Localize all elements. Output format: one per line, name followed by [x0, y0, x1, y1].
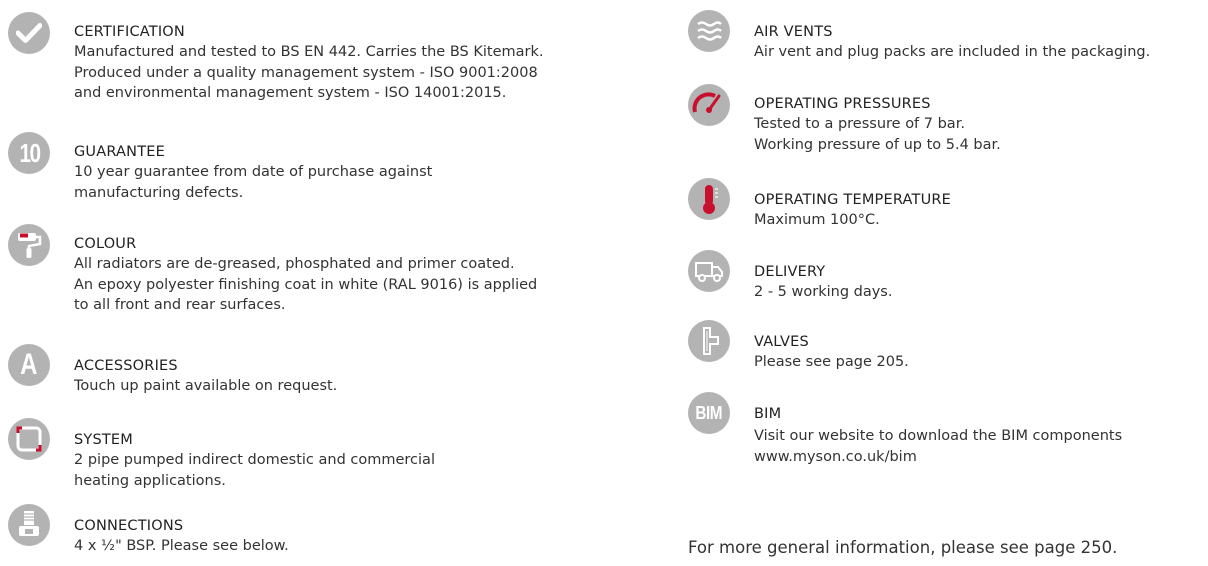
spec-link[interactable]: www.myson.co.uk/bim — [754, 447, 1122, 468]
spec-line: Air vent and plug packs are included in … — [754, 44, 1151, 60]
paint-roller-icon — [8, 224, 50, 266]
spec-title: GUARANTEE — [74, 144, 166, 160]
spec-title: OPERATING TEMPERATURE — [754, 192, 952, 208]
spec-line: heating applications. — [74, 472, 226, 489]
spec-line: Working pressure of up to 5.4 bar. — [754, 136, 1001, 153]
spec-title: BIM — [754, 406, 782, 422]
letter-a-icon: A — [8, 344, 50, 386]
delivery-truck-icon — [688, 250, 730, 292]
spec-line: All radiators are de-greased, phosphated… — [74, 256, 515, 272]
spec-title: CONNECTIONS — [74, 518, 184, 534]
icon-number: 10 — [19, 137, 41, 168]
pressure-gauge-icon — [688, 84, 730, 126]
system-circuit-icon — [8, 418, 50, 460]
spec-line: Visit our website to download the BIM co… — [754, 428, 1123, 444]
spec-line: Touch up paint available on request. — [74, 378, 338, 394]
bim-icon: BIM — [688, 392, 730, 434]
spec-line: Tested to a pressure of 7 bar. — [754, 116, 965, 132]
icon-letter: A — [20, 348, 38, 381]
spec-title: COLOUR — [74, 236, 137, 252]
spec-line: manufacturing defects. — [74, 184, 244, 201]
spec-line: 2 - 5 working days. — [754, 284, 893, 300]
spec-title: AIR VENTS — [754, 24, 833, 40]
air-waves-icon — [688, 10, 730, 52]
spec-line: 4 x ½" BSP. Please see below. — [74, 538, 289, 554]
spec-title: OPERATING PRESSURES — [754, 96, 931, 112]
spec-line: to all front and rear surfaces. — [74, 297, 286, 313]
spec-line: 2 pipe pumped indirect domestic and comm… — [74, 452, 435, 468]
spec-title: VALVES — [754, 334, 809, 350]
number-10-icon: 10 — [8, 132, 50, 174]
spec-title: SYSTEM — [74, 432, 133, 448]
footer-note: For more general information, please see… — [688, 538, 1118, 557]
spec-line: Maximum 100°C. — [754, 212, 880, 228]
icon-text: BIM — [695, 402, 723, 423]
spec-title: ACCESSORIES — [74, 358, 178, 374]
spec-title: CERTIFICATION — [74, 24, 185, 40]
valve-icon — [688, 320, 730, 362]
connection-fitting-icon — [8, 504, 50, 546]
spec-line: and environmental management system - IS… — [74, 85, 507, 101]
spec-line: 10 year guarantee from date of purchase … — [74, 164, 433, 180]
spec-line: Please see page 205. — [754, 354, 909, 370]
spec-line: An epoxy polyester finishing coat in whi… — [74, 276, 538, 293]
spec-line: Manufactured and tested to BS EN 442. Ca… — [74, 44, 544, 60]
spec-title: DELIVERY — [754, 264, 826, 280]
thermometer-icon — [688, 178, 730, 220]
checkmark-icon — [8, 12, 50, 54]
spec-line: Produced under a quality management syst… — [74, 64, 538, 81]
